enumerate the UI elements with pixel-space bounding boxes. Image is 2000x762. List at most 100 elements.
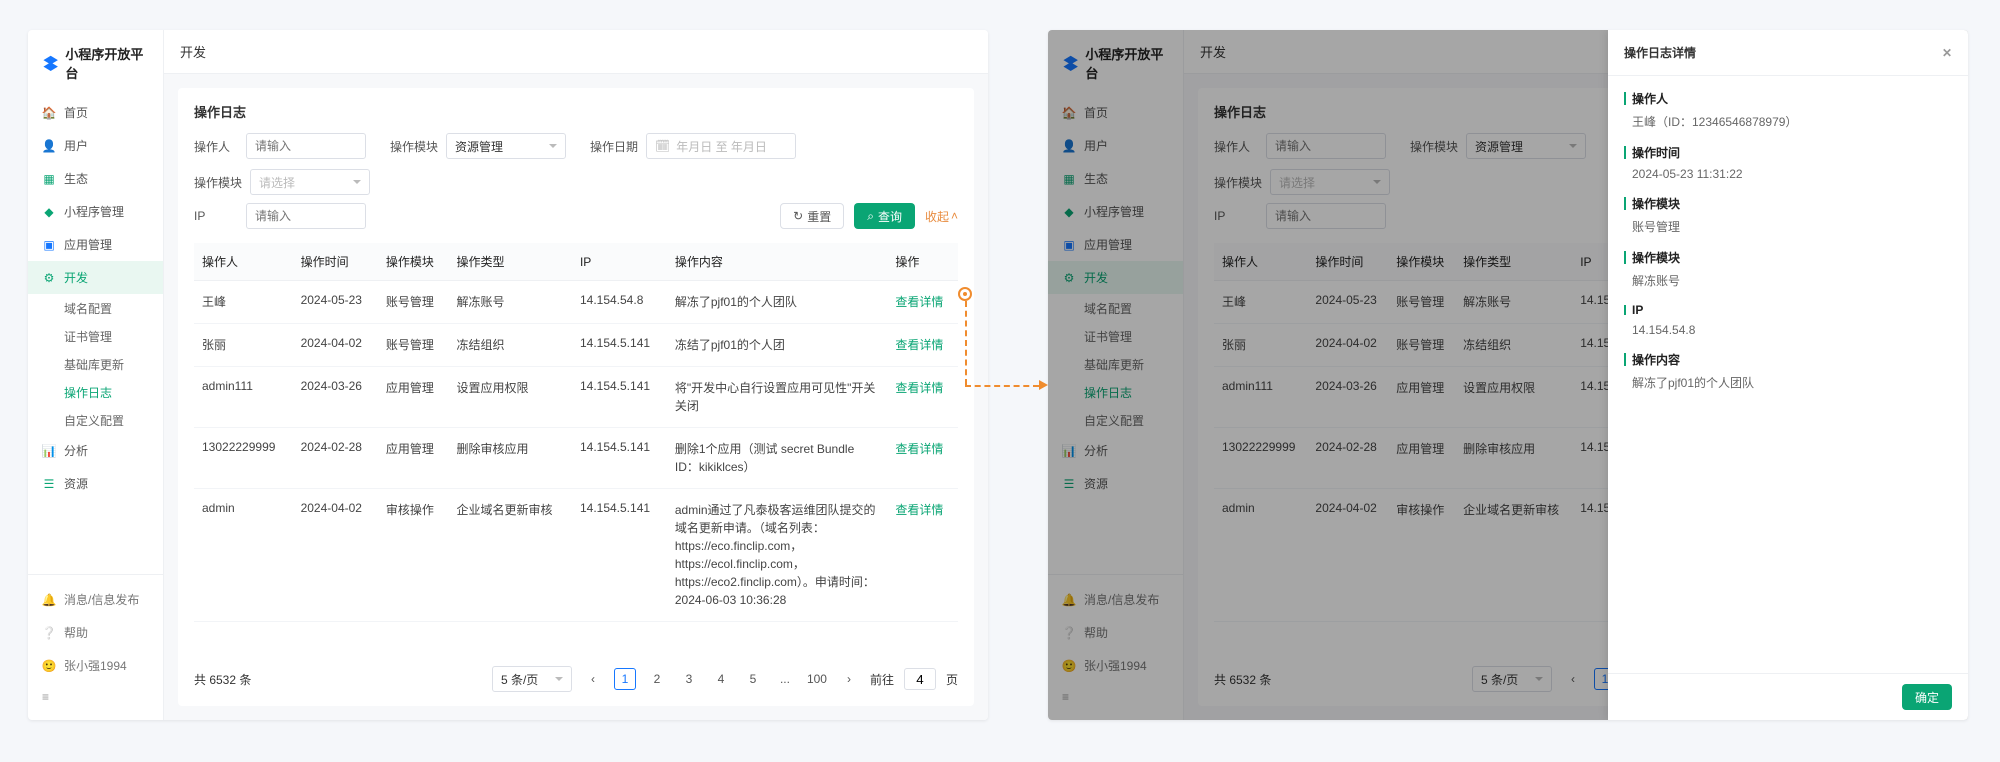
sidebar-sub-baselib[interactable]: 基础库更新 [28,350,163,378]
table-row: 130222299992024-02-28应用管理删除审核应用14.154.5.… [194,428,958,489]
confirm-button[interactable]: 确定 [1902,684,1952,710]
pager-page[interactable]: 3 [678,668,700,690]
pager-total: 共 6532 条 [194,671,251,688]
user-icon: 👤 [42,139,56,153]
drawer-field-value: 解冻了pjf01的个人团队 [1624,374,1952,391]
cell-type: 冻结组织 [448,324,572,367]
sidebar: 小程序开放平台 🏠首页 👤用户 ▦生态 ◆小程序管理 ▣应用管理 ⚙开发 域名配… [28,30,164,720]
filter-operator-input[interactable] [246,133,366,159]
col-module: 操作模块 [378,243,449,281]
filter-ip-input[interactable] [246,203,366,229]
logo-icon [42,54,59,72]
annotation-line [965,385,1039,387]
pager-jump-label: 前往 [870,671,894,688]
cell-ip: 14.154.5.141 [572,324,667,367]
sidebar-item-analytics[interactable]: 📊分析 [28,434,163,467]
sidebar-item-messages[interactable]: 🔔消息/信息发布 [28,583,163,616]
filter-date-input[interactable]: 🗓年月日 至 年月日 [646,133,796,159]
view-detail-link[interactable]: 查看详情 [895,381,943,395]
table-row: admin1112024-03-26应用管理设置应用权限14.154.5.141… [194,367,958,428]
collapse-filters-link[interactable]: 收起˄ [925,208,958,225]
cell-module: 账号管理 [378,281,449,324]
cell-ip: 14.154.5.141 [572,489,667,622]
table-body: 王峰2024-05-23账号管理解冻账号14.154.54.8解冻了pjf01的… [194,281,958,622]
filter-module-select[interactable]: 资源管理 [446,133,566,159]
brand-text: 小程序开放平台 [65,44,153,82]
pager-page[interactable]: 2 [646,668,668,690]
cell-operator: admin111 [194,367,293,428]
pager-jump-input[interactable] [904,668,936,690]
cell-time: 2024-03-26 [293,367,378,428]
cell-content: 删除1个应用（测试 secret Bundle ID：kikiklces） [667,428,888,489]
card-title: 操作日志 [194,102,958,121]
sidebar-item-home[interactable]: 🏠首页 [28,96,163,129]
pager-page[interactable]: 100 [806,668,828,690]
pager-page[interactable]: 1 [614,668,636,690]
sidebar-item-miniapp[interactable]: ◆小程序管理 [28,195,163,228]
col-time: 操作时间 [293,243,378,281]
sidebar-item-eco[interactable]: ▦生态 [28,162,163,195]
drawer-field: 操作模块账号管理 [1624,195,1952,235]
cell-type: 删除审核应用 [448,428,572,489]
col-op: 操作 [887,243,958,281]
bell-icon: 🔔 [42,593,56,607]
page-size-select[interactable]: 5 条/页 [492,666,572,692]
sidebar-item-help[interactable]: ❔帮助 [28,616,163,649]
cell-content: 冻结了pjf01的个人团 [667,324,888,367]
query-button[interactable]: ⌕查询 [854,203,915,229]
reset-icon: ↻ [793,209,803,223]
view-detail-link[interactable]: 查看详情 [895,503,943,517]
cell-ip: 14.154.54.8 [572,281,667,324]
cell-ip: 14.154.5.141 [572,428,667,489]
table-row: admin2024-04-02审核操作企业域名更新审核14.154.5.141a… [194,489,958,622]
main: 开发 操作日志 操作人 操作模块资源管理 操作日期🗓年月日 至 年月日 操作模块… [164,30,988,720]
filter-row-2: IP ↻重置 ⌕查询 收起˄ [194,203,958,229]
sidebar-collapse[interactable]: ≡ [28,682,163,712]
col-type: 操作类型 [448,243,572,281]
view-detail-link[interactable]: 查看详情 [895,442,943,456]
table-row: 王峰2024-05-23账号管理解冻账号14.154.54.8解冻了pjf01的… [194,281,958,324]
gear-icon: ⚙ [42,271,56,285]
pager-page[interactable]: 5 [742,668,764,690]
cell-time: 2024-02-28 [293,428,378,489]
col-content: 操作内容 [667,243,888,281]
filter-module2-select[interactable]: 请选择 [250,169,370,195]
drawer-field-label: 操作内容 [1624,351,1952,368]
filter-date-label: 操作日期 [590,138,638,155]
drawer-field: 操作模块解冻账号 [1624,249,1952,289]
pager-prev[interactable]: ‹ [582,668,604,690]
view-detail-link[interactable]: 查看详情 [895,338,943,352]
cell-module: 应用管理 [378,428,449,489]
apps-icon: ▣ [42,238,56,252]
card-oplog: 操作日志 操作人 操作模块资源管理 操作日期🗓年月日 至 年月日 操作模块请选择… [178,88,974,706]
view-detail-link[interactable]: 查看详情 [895,295,943,309]
sidebar-item-account[interactable]: 🙂张小强1994 [28,649,163,682]
app-panel-drawer: 小程序开放平台 🏠首页 👤用户 ▦生态 ◆小程序管理 ▣应用管理 ⚙开发 域名配… [1048,30,1968,720]
nav-bottom: 🔔消息/信息发布 ❔帮助 🙂张小强1994 ≡ [28,574,163,720]
filter-row: 操作人 操作模块资源管理 操作日期🗓年月日 至 年月日 操作模块请选择 [194,133,958,195]
drawer-field-value: 账号管理 [1624,218,1952,235]
filter-module2-label: 操作模块 [194,174,242,191]
oplog-table: 操作人 操作时间 操作模块 操作类型 IP 操作内容 操作 王峰2024-05-… [194,243,958,622]
detail-drawer: 操作日志详情 ✕ 操作人王峰（ID：12346546878979）操作时间202… [1608,30,1968,720]
pager-next[interactable]: › [838,668,860,690]
sidebar-item-user[interactable]: 👤用户 [28,129,163,162]
cell-operator: 13022229999 [194,428,293,489]
sidebar-item-resource[interactable]: ☰资源 [28,467,163,500]
cell-operator: 王峰 [194,281,293,324]
sidebar-item-dev[interactable]: ⚙开发 [28,261,163,294]
cell-module: 账号管理 [378,324,449,367]
sidebar-sub-oplog[interactable]: 操作日志 [28,378,163,406]
sidebar-sub-domain[interactable]: 域名配置 [28,294,163,322]
topbar-title: 开发 [180,42,206,61]
drawer-field-label: 操作模块 [1624,249,1952,266]
drawer-field: 操作人王峰（ID：12346546878979） [1624,90,1952,130]
reset-button[interactable]: ↻重置 [780,203,844,229]
pager-page[interactable]: 4 [710,668,732,690]
topbar: 开发 [164,30,988,74]
close-icon[interactable]: ✕ [1942,46,1952,60]
sidebar-sub-cert[interactable]: 证书管理 [28,322,163,350]
sidebar-item-apps[interactable]: ▣应用管理 [28,228,163,261]
sidebar-sub-custom[interactable]: 自定义配置 [28,406,163,434]
cell-module: 应用管理 [378,367,449,428]
